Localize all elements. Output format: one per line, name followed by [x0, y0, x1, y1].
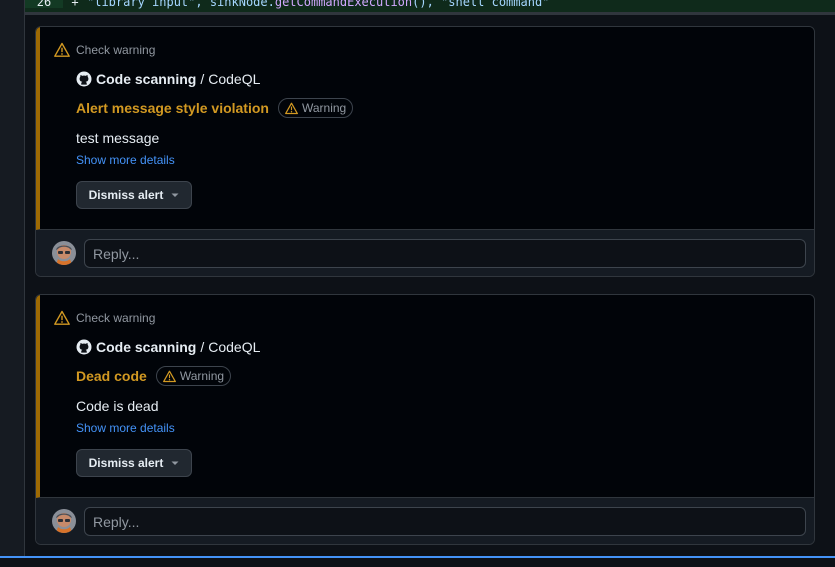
- diff-sign: +: [71, 0, 79, 9]
- severity-label: Warning: [301, 101, 347, 115]
- alert-title-row: Alert message style violation Warning: [76, 98, 354, 118]
- reply-row: [36, 230, 814, 276]
- line-number[interactable]: 26: [25, 0, 63, 8]
- avatar[interactable]: [52, 241, 76, 265]
- avatar[interactable]: [52, 509, 76, 533]
- alert-title-row: Dead code Warning: [76, 366, 232, 386]
- reply-input[interactable]: [84, 507, 806, 536]
- tool-source: Code scanning / CodeQL: [76, 339, 260, 355]
- severity-badge: Warning: [277, 98, 354, 118]
- avatar-image: [52, 509, 76, 533]
- alert-card: Check warning Code scanning / CodeQL Dea…: [35, 294, 815, 545]
- bottom-focus-bar: [0, 556, 835, 567]
- diff-code-line: 26 + "library input", sinkNode.getCommandE…: [25, 0, 835, 12]
- check-warning-header: Check warning: [54, 42, 155, 58]
- alert-triangle-icon: [54, 42, 70, 57]
- diff-divider: [25, 12, 835, 15]
- alert-title: Alert message style violation: [76, 100, 269, 116]
- show-more-details-link[interactable]: Show more details: [76, 421, 175, 435]
- check-label: Check warning: [76, 43, 156, 57]
- code-text-before: "library input", sinkNode.: [87, 0, 275, 9]
- check-warning-header: Check warning: [54, 310, 155, 326]
- alert-triangle-icon: [285, 102, 298, 114]
- reply-row: [36, 498, 814, 544]
- tool-engine: CodeQL: [208, 71, 261, 87]
- alert-message: Code is dead: [76, 398, 159, 414]
- check-label: Check warning: [76, 311, 156, 325]
- triangle-down-icon: [171, 461, 179, 465]
- dismiss-alert-label: Dismiss alert: [88, 188, 164, 202]
- avatar-image: [52, 241, 76, 265]
- code-function: getCommandExecution: [274, 0, 413, 9]
- severity-label: Warning: [179, 369, 225, 383]
- tool-separator: /: [200, 339, 205, 355]
- alert-card: Check warning Code scanning / CodeQL Ale…: [35, 26, 815, 277]
- github-mark-icon: [76, 339, 92, 355]
- alert-title: Dead code: [76, 368, 147, 384]
- github-mark-icon: [76, 71, 92, 87]
- alert-triangle-icon: [162, 370, 176, 382]
- alert-triangle-icon: [54, 310, 70, 325]
- alert-body: Check warning Code scanning / CodeQL Ale…: [36, 27, 814, 230]
- reply-input[interactable]: [84, 239, 806, 268]
- severity-badge: Warning: [155, 366, 232, 386]
- tool-name[interactable]: Code scanning: [96, 71, 196, 87]
- tool-name[interactable]: Code scanning: [96, 339, 196, 355]
- dismiss-alert-label: Dismiss alert: [88, 456, 164, 470]
- left-gutter: [0, 0, 25, 567]
- dismiss-alert-button[interactable]: Dismiss alert: [76, 449, 192, 477]
- code-text: "library input", sinkNode.getCommandExec…: [87, 0, 549, 9]
- show-more-details-link[interactable]: Show more details: [76, 153, 175, 167]
- triangle-down-icon: [171, 193, 179, 197]
- alert-message: test message: [76, 130, 160, 146]
- dismiss-alert-button[interactable]: Dismiss alert: [76, 181, 192, 209]
- alert-body: Check warning Code scanning / CodeQL Dea…: [36, 295, 814, 498]
- code-text-after: (), "shell command": [412, 0, 550, 9]
- tool-separator: /: [200, 71, 205, 87]
- tool-engine: CodeQL: [208, 339, 261, 355]
- tool-source: Code scanning / CodeQL: [76, 71, 260, 87]
